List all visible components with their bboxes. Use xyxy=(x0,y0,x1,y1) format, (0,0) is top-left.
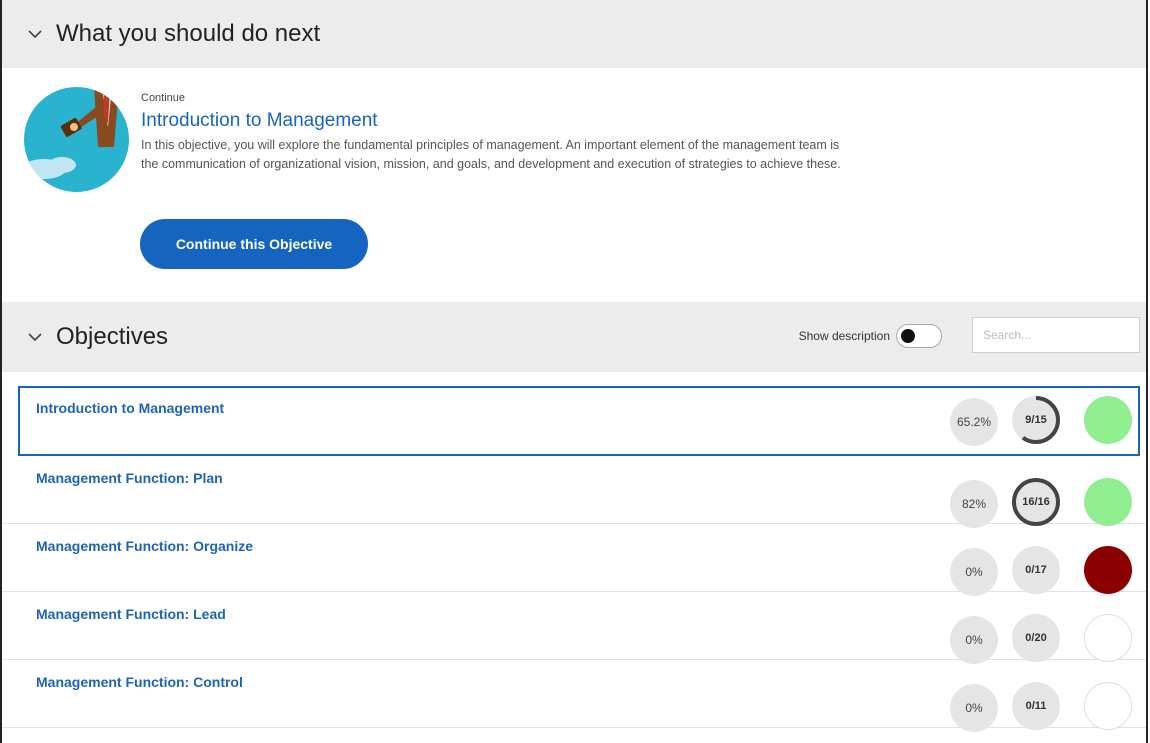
show-description-toggle[interactable] xyxy=(896,324,942,348)
objective-status-indicator xyxy=(1084,478,1132,526)
objective-progress-ring: 0/11 xyxy=(1010,680,1062,732)
next-objective-description: In this objective, you will explore the … xyxy=(141,138,841,171)
next-objective-title-link[interactable]: Introduction to Management xyxy=(141,110,378,132)
next-section-body: Continue Introduction to Management In t… xyxy=(2,68,1146,302)
objective-status-indicator xyxy=(1084,396,1132,444)
objective-progress-text: 0/17 xyxy=(1025,564,1047,576)
objective-title-link[interactable]: Management Function: Lead xyxy=(36,606,226,622)
objective-title-link[interactable]: Management Function: Plan xyxy=(36,470,223,486)
next-section-title: What you should do next xyxy=(56,20,321,47)
objective-progress-ring: 9/15 xyxy=(1010,394,1062,446)
objectives-search-input[interactable] xyxy=(972,317,1140,353)
objectives-list: Introduction to Management 65.2% 9/15 Manag… xyxy=(2,386,1146,732)
next-objective-text: Continue Introduction to Management In t… xyxy=(141,92,841,174)
objective-score-badge: 0% xyxy=(950,616,998,664)
objective-progress-text: 0/20 xyxy=(1025,632,1047,644)
objective-status-indicator xyxy=(1084,614,1132,662)
objective-progress-ring: 0/20 xyxy=(1010,612,1062,664)
objective-score-badge: 0% xyxy=(950,548,998,596)
objective-score-badge: 82% xyxy=(950,480,998,528)
objective-title-link[interactable]: Introduction to Management xyxy=(36,400,224,416)
objective-row[interactable]: Management Function: Plan 82% 16/16 xyxy=(2,456,1146,528)
objective-row[interactable]: Management Function: Control 0% 0/11 xyxy=(2,660,1146,732)
objective-thumbnail xyxy=(24,87,129,192)
chevron-down-icon[interactable] xyxy=(28,27,42,41)
objectives-section-header[interactable]: Objectives Show description xyxy=(2,302,1146,372)
toggle-knob xyxy=(901,329,915,343)
objective-progress-ring: 0/17 xyxy=(1010,544,1062,596)
chevron-down-icon[interactable] xyxy=(28,330,42,344)
continue-objective-button[interactable]: Continue this Objective xyxy=(140,219,368,269)
objectives-section-title: Objectives xyxy=(56,323,169,350)
objective-progress-text: 0/11 xyxy=(1025,700,1047,712)
objective-title-link[interactable]: Management Function: Control xyxy=(36,674,243,690)
objective-progress-ring: 16/16 xyxy=(1010,476,1062,528)
show-description-label: Show description xyxy=(798,329,890,343)
page-frame: What you should do next Continue Introdu… xyxy=(0,0,1148,743)
objective-status-indicator xyxy=(1084,546,1132,594)
objective-status-indicator xyxy=(1084,682,1132,730)
objective-progress-text: 9/15 xyxy=(1025,414,1047,426)
objective-title-link[interactable]: Management Function: Organize xyxy=(36,538,253,554)
objective-row[interactable]: Management Function: Organize 0% 0/17 xyxy=(2,524,1146,596)
continue-label: Continue xyxy=(141,92,186,104)
next-section-header[interactable]: What you should do next xyxy=(2,0,1146,68)
objective-progress-text: 16/16 xyxy=(1022,496,1050,508)
show-description-control: Show description xyxy=(799,324,942,348)
objective-score-badge: 0% xyxy=(950,684,998,732)
objective-row[interactable]: Introduction to Management 65.2% 9/15 xyxy=(18,386,1140,456)
objective-score-badge: 65.2% xyxy=(950,398,998,446)
objective-row[interactable]: Management Function: Lead 0% 0/20 xyxy=(2,592,1146,664)
